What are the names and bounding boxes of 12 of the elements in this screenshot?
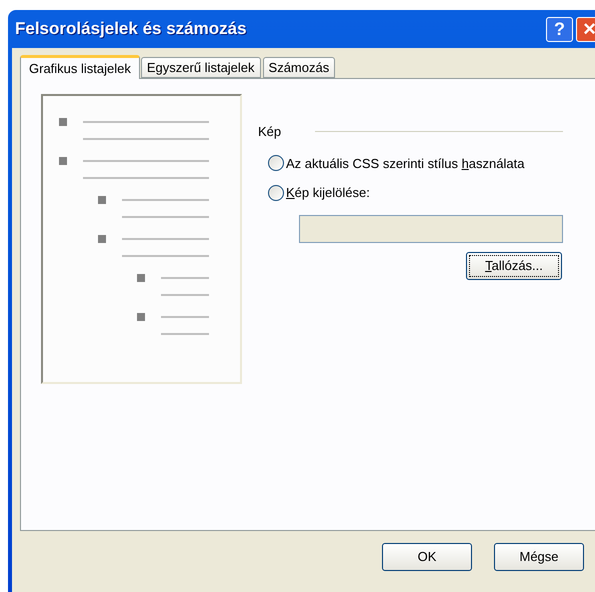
tab[interactable]: Grafikus listajelek	[20, 55, 140, 79]
group-title: Kép	[258, 123, 282, 141]
browse-button[interactable]: Tallózás...	[466, 252, 562, 280]
tab[interactable]: Egyszerű listajelek	[140, 57, 261, 78]
radio-option[interactable]: Kép kijelölése:	[268, 183, 563, 202]
radio-option[interactable]: Az aktuális CSS szerinti stílus használata	[268, 154, 563, 173]
help-button[interactable]: ?	[546, 16, 573, 42]
close-button[interactable]: ×	[576, 16, 595, 42]
window-title: Felsorolásjelek és számozás	[15, 18, 248, 40]
dialog-button[interactable]: Mégse	[494, 543, 584, 571]
tab[interactable]: Számozás	[262, 57, 336, 78]
dialog-button[interactable]: OK	[382, 543, 472, 571]
